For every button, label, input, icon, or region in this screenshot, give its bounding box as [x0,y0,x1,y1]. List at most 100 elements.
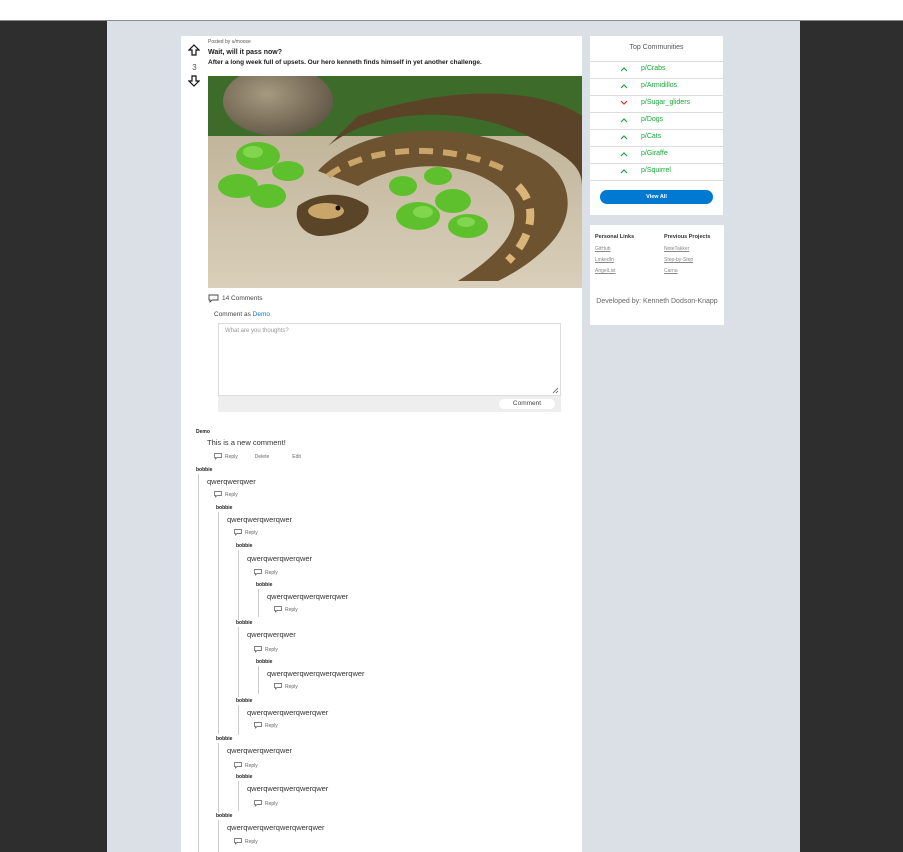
comment-actions: Reply Delete Edit [214,453,301,460]
reply-button[interactable]: Reply [285,684,298,690]
comment: Demo This is a new comment! Reply Delete… [196,429,576,467]
comment-body: qwerqwerqwerqwerqwer [267,592,349,601]
comment-author[interactable]: bobbie [196,467,212,473]
reply-button[interactable]: Reply [225,454,238,460]
link-linkedin[interactable]: LinkedIn [595,257,614,263]
developed-by: Developed by: Kenneth Dodson-Knapp [596,298,718,305]
link-github[interactable]: GitHub [595,246,611,252]
resize-handle-icon[interactable] [552,387,559,394]
thread-line[interactable] [198,474,199,852]
comment-actions: Reply [254,800,278,807]
reply-button[interactable]: Reply [265,723,278,729]
comment-actions: Reply [234,838,258,845]
thread-line[interactable] [238,627,239,697]
edit-button[interactable]: Edit [292,454,301,460]
thread-line[interactable] [238,550,239,620]
community-name[interactable]: p/Sugar_gliders [641,99,690,106]
top-communities-panel: Top Communities p/Crabs p/Armidillos p/S… [590,36,723,215]
comment-actions: Reply [254,722,278,729]
comment-author[interactable]: bobbie [216,736,232,742]
reply-button[interactable]: Reply [225,492,238,498]
reply-icon [254,569,262,576]
comment-body: qwerqwerqwerqwer [247,554,313,563]
reply-button[interactable]: Reply [245,763,258,769]
reply-button[interactable]: Reply [265,647,278,653]
project-link[interactable]: Step-by-Step [664,257,693,263]
textarea-placeholder: What are you thoughts? [225,328,289,334]
comment-as-user[interactable]: Demo [253,311,270,318]
upvote-icon[interactable] [188,44,200,56]
links-panel: Personal Links GitHub LinkedIn AngelList… [590,225,724,325]
post-subtitle: After a long week full of upsets. Our he… [208,59,482,66]
comment-author[interactable]: bobbie [216,505,232,511]
top-communities-title: Top Communities [629,44,684,51]
comment-author[interactable]: bobbie [256,659,272,665]
comment-body: qwerqwerqwerqwer [227,746,293,755]
comment-actions: Reply [254,569,278,576]
reply-icon [234,838,242,845]
thread-line[interactable] [218,743,219,813]
thread-line[interactable] [258,666,259,694]
snake-image [208,76,582,288]
comment-body: qwerqwerqwerqwerqwerqwer [227,823,325,832]
reply-button[interactable]: Reply [265,801,278,807]
reply-button[interactable]: Reply [245,530,258,536]
reply-icon [234,529,242,536]
community-name[interactable]: p/Cats [641,133,661,140]
reply-icon [214,453,222,460]
comment-author[interactable]: bobbie [236,620,252,626]
comment-body: qwerqwerqwerqwer [227,515,293,524]
downvote-icon[interactable] [188,75,200,87]
community-item[interactable]: p/Crabs [590,61,723,78]
chevron-up-icon [620,118,628,123]
project-link[interactable]: NoteTakker [664,246,689,252]
comment-button[interactable]: Comment [499,399,555,409]
community-item[interactable]: p/Dogs [590,112,723,129]
post-image [208,76,582,288]
community-name[interactable]: p/Squirrel [641,167,671,174]
community-name[interactable]: p/Giraffe [641,150,668,157]
community-item[interactable]: p/Giraffe [590,146,723,163]
comment-body: qwerqwerqwer [247,630,296,639]
thread-line[interactable] [238,705,239,735]
comment-author[interactable]: bobbie [236,698,252,704]
delete-button[interactable]: Delete [255,454,269,460]
comment-textarea[interactable]: What are you thoughts? [218,323,561,396]
posted-by: Posted by u/moose [208,39,251,45]
thread-line[interactable] [218,512,219,734]
community-item[interactable]: p/Cats [590,129,723,146]
thread-line[interactable] [218,820,219,852]
reply-button[interactable]: Reply [285,607,298,613]
community-name[interactable]: p/Armidillos [641,82,677,89]
reply-icon [254,800,262,807]
reply-icon [214,491,222,498]
reply-button[interactable]: Reply [265,570,278,576]
community-item[interactable]: p/Squirrel [590,163,723,181]
comment-bar: Comment [218,396,561,412]
post-title[interactable]: Wait, will it pass now? [208,49,282,56]
project-link[interactable]: Carna [664,268,678,274]
community-item[interactable]: p/Sugar_gliders [590,95,723,112]
comment-author[interactable]: bobbie [236,774,252,780]
personal-links-title: Personal Links [595,234,635,240]
chevron-up-icon [620,169,628,174]
comment: bobbie qwerqwerqwerqwerqwer Reply [236,698,576,735]
comment-actions: Reply [214,491,238,498]
comment-author[interactable]: Demo [196,429,210,435]
comment-author[interactable]: bobbie [256,582,272,588]
thread-line[interactable] [258,589,259,617]
comments-count[interactable]: 14 Comments [208,294,262,303]
comment-author[interactable]: bobbie [216,813,232,819]
community-name[interactable]: p/Crabs [641,65,666,72]
comment-actions: Reply [254,646,278,653]
community-item[interactable]: p/Armidillos [590,78,723,95]
comment-as-prefix: Comment as [214,311,253,318]
comment-author[interactable]: bobbie [236,543,252,549]
thread-line[interactable] [238,781,239,811]
link-angellist[interactable]: AngelList [595,268,616,274]
reply-button[interactable]: Reply [245,839,258,845]
community-name[interactable]: p/Dogs [641,116,663,123]
chevron-up-icon [620,67,628,72]
chevron-up-icon [620,152,628,157]
view-all-button[interactable]: View All [600,190,713,204]
